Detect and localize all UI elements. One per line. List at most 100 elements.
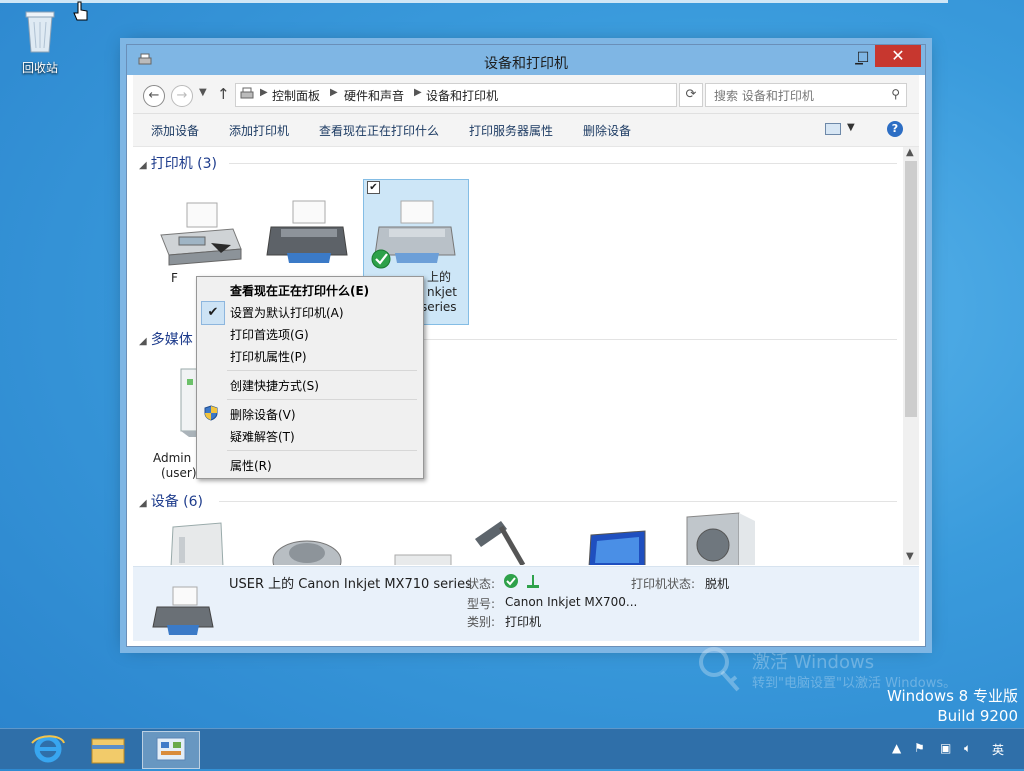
- selected-device-title: USER 上的 Canon Inkjet MX710 series: [229, 577, 472, 592]
- collapse-chevron-icon: ◢: [139, 498, 147, 509]
- breadcrumb-chevron-icon: ▶: [260, 87, 268, 98]
- menu-separator: [227, 370, 417, 371]
- close-icon: ✕: [891, 46, 905, 65]
- group-header-devices[interactable]: ◢ 设备 (6): [139, 491, 203, 511]
- group-multimedia-label: 多媒体: [150, 332, 193, 348]
- action-center-flag-icon[interactable]: ⚑: [914, 741, 925, 755]
- keyboard-icon: [394, 554, 452, 565]
- recycle-bin-icon: [25, 11, 55, 53]
- scroll-down-icon[interactable]: ▼: [906, 551, 914, 562]
- printer-item-2[interactable]: [257, 199, 357, 272]
- menu-set-default-printer[interactable]: 设置为默认打印机(A): [230, 304, 344, 321]
- printer-name-line1: 上的: [427, 270, 452, 284]
- group-divider: [413, 339, 897, 340]
- printer-state-label: 打印机状态:: [631, 577, 696, 591]
- network-tray-icon[interactable]: ▣: [940, 741, 951, 755]
- forward-button[interactable]: →: [171, 85, 193, 107]
- collapse-chevron-icon: ◢: [139, 336, 147, 347]
- group-header-multimedia[interactable]: ◢ 多媒体: [139, 329, 193, 349]
- printer-name-line3: series: [421, 300, 457, 314]
- remove-device-button[interactable]: 删除设备: [583, 122, 631, 139]
- menu-troubleshoot[interactable]: 疑难解答(T): [230, 428, 295, 445]
- menu-create-shortcut[interactable]: 创建快捷方式(S): [230, 377, 319, 394]
- category-label: 类别:: [467, 615, 496, 629]
- close-button[interactable]: ✕: [875, 45, 921, 67]
- taskbar-control-panel[interactable]: [142, 731, 200, 769]
- breadcrumb-devices-printers[interactable]: 设备和打印机: [426, 87, 498, 104]
- view-options-dropdown[interactable]: ▼: [847, 122, 855, 133]
- pc-tower-icon: [170, 522, 224, 565]
- menu-separator: [227, 450, 417, 451]
- title-bar[interactable]: 设备和打印机 ▁ ☐ ✕: [127, 45, 925, 75]
- breadcrumb-chevron-icon: ▶: [330, 87, 338, 98]
- printer-name-line2: nkjet: [427, 285, 457, 299]
- menu-separator: [227, 399, 417, 400]
- taskbar: ▲ ⚑ ▣ 🔈︎ 英: [0, 728, 1024, 769]
- scroll-up-icon[interactable]: ▲: [906, 147, 914, 158]
- up-button[interactable]: ↑: [217, 85, 230, 103]
- search-placeholder: 搜索 设备和打印机: [714, 89, 814, 103]
- category-value: 打印机: [505, 615, 542, 629]
- network-icon: [527, 575, 539, 588]
- printer-item-canon-mx710[interactable]: 上的 nkjet series: [365, 199, 465, 314]
- uac-shield-icon: [204, 405, 218, 421]
- speaker-icon: [686, 512, 755, 565]
- recycle-bin-label: 回收站: [21, 61, 58, 75]
- group-devices-label: 设备 (6): [150, 494, 203, 510]
- taskbar-internet-explorer[interactable]: [20, 731, 76, 767]
- back-button[interactable]: ←: [143, 85, 165, 107]
- recycle-bin[interactable]: 回收站: [12, 6, 68, 76]
- back-arrow-icon: ←: [148, 88, 160, 103]
- see-whats-printing-button[interactable]: 查看现在正在打印什么: [319, 122, 439, 139]
- taskbar-file-explorer[interactable]: [80, 731, 136, 767]
- recent-locations-dropdown[interactable]: ▼: [199, 87, 207, 98]
- breadcrumb-hardware-sound[interactable]: 硬件和声音: [344, 87, 404, 104]
- show-hidden-icons-icon[interactable]: ▲: [892, 741, 901, 755]
- scroll-thumb[interactable]: [905, 161, 917, 417]
- menu-printer-properties[interactable]: 打印机属性(P): [230, 348, 307, 365]
- windows-edition: Windows 8 专业版: [886, 687, 1018, 705]
- selected-printer-icon: [152, 586, 214, 635]
- breadcrumb-chevron-icon: ▶: [414, 87, 422, 98]
- command-bar: 添加设备 添加打印机 查看现在正在打印什么 打印服务器属性 删除设备 ▼ ?: [133, 114, 919, 147]
- devices-location-icon: [240, 87, 254, 99]
- menu-printing-preferences[interactable]: 打印首选项(G): [230, 326, 309, 343]
- print-server-properties-button[interactable]: 打印服务器属性: [469, 122, 553, 139]
- input-method-indicator[interactable]: 英: [992, 741, 1004, 758]
- search-icon: ⚲: [891, 87, 900, 101]
- hand-cursor-icon: [73, 1, 88, 21]
- collapse-chevron-icon: ◢: [139, 160, 147, 171]
- add-device-button[interactable]: 添加设备: [151, 122, 199, 139]
- microphone-icon: [475, 521, 526, 565]
- help-icon[interactable]: ?: [887, 121, 903, 137]
- fax-printer-icon: [160, 202, 242, 266]
- activation-key-icon: [699, 647, 740, 692]
- printer-icon: [371, 200, 456, 269]
- model-label: 型号:: [467, 597, 496, 611]
- maximize-button[interactable]: ☐: [851, 47, 875, 69]
- details-pane: USER 上的 Canon Inkjet MX710 series 状态: 打印…: [133, 566, 919, 641]
- vertical-scrollbar[interactable]: ▲ ▼: [903, 147, 919, 565]
- context-menu: 查看现在正在打印什么(E) ✔ 设置为默认打印机(A) 打印首选项(G) 打印机…: [196, 276, 424, 479]
- group-header-printers[interactable]: ◢ 打印机 (3): [139, 153, 217, 173]
- address-box[interactable]: ▶ 控制面板 ▶ 硬件和声音 ▶ 设备和打印机 ▼: [235, 83, 760, 107]
- volume-icon[interactable]: 🔈︎: [964, 741, 971, 756]
- menu-properties[interactable]: 属性(R): [230, 457, 272, 474]
- menu-remove-device[interactable]: 删除设备(V): [230, 406, 296, 423]
- refresh-button[interactable]: ⟳: [679, 83, 703, 107]
- add-printer-button[interactable]: 添加打印机: [229, 122, 289, 139]
- device-select-checkbox[interactable]: ✔: [367, 181, 380, 194]
- group-printers-label: 打印机 (3): [150, 156, 217, 172]
- forward-arrow-icon: →: [176, 88, 188, 103]
- status-label: 状态:: [467, 577, 496, 591]
- search-input[interactable]: 搜索 设备和打印机 ⚲: [705, 83, 907, 107]
- control-panel-icon: [156, 737, 186, 761]
- address-bar-row: ← → ▼ ↑ ▶ 控制面板 ▶ 硬件和声音 ▶ 设备和打印机 ▼ ⟳ 搜索 设…: [133, 75, 919, 114]
- change-view-icon[interactable]: [825, 123, 841, 135]
- printer-item-fax[interactable]: F: [151, 199, 251, 285]
- menu-see-whats-printing[interactable]: 查看现在正在打印什么(E): [230, 282, 369, 299]
- breadcrumb-control-panel[interactable]: 控制面板: [272, 87, 320, 104]
- internet-explorer-icon: [31, 735, 65, 763]
- top-edge: [0, 0, 948, 3]
- printer-state-value: 脱机: [705, 577, 730, 591]
